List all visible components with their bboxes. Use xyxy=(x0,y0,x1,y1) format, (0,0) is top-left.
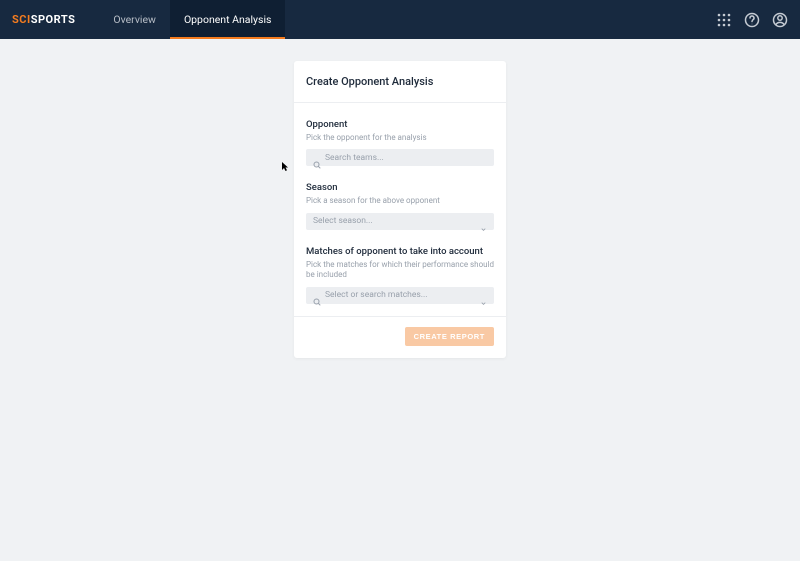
opponent-group: Opponent Pick the opponent for the analy… xyxy=(306,119,494,166)
logo-part-2: SPORTS xyxy=(31,13,76,26)
create-analysis-card: Create Opponent Analysis Opponent Pick t… xyxy=(294,61,506,358)
matches-hint: Pick the matches for which their perform… xyxy=(306,260,494,281)
create-report-button[interactable]: CREATE REPORT xyxy=(405,327,494,346)
input-placeholder: Search teams... xyxy=(325,153,487,163)
season-select[interactable]: Select season... xyxy=(306,213,494,230)
select-placeholder: Select or search matches... xyxy=(325,290,480,300)
tab-label: Overview xyxy=(113,13,156,26)
nav-right xyxy=(716,12,788,28)
matches-group: Matches of opponent to take into account… xyxy=(306,246,494,304)
chevron-down-icon xyxy=(480,292,487,299)
season-group: Season Pick a season for the above oppon… xyxy=(306,182,494,229)
season-hint: Pick a season for the above opponent xyxy=(306,196,494,206)
help-icon[interactable] xyxy=(744,12,760,28)
logo[interactable]: SCISPORTS xyxy=(12,13,75,26)
matches-select[interactable]: Select or search matches... xyxy=(306,287,494,304)
navbar: SCISPORTS Overview Opponent Analysis xyxy=(0,0,800,39)
apps-icon[interactable] xyxy=(716,12,732,28)
logo-part-1: SCI xyxy=(12,13,31,26)
main-content: Create Opponent Analysis Opponent Pick t… xyxy=(0,39,800,358)
nav-tabs: Overview Opponent Analysis xyxy=(99,0,285,39)
card-title: Create Opponent Analysis xyxy=(306,75,494,88)
season-label: Season xyxy=(306,182,494,193)
tab-overview[interactable]: Overview xyxy=(99,0,170,39)
tab-label: Opponent Analysis xyxy=(184,13,271,26)
tab-opponent-analysis[interactable]: Opponent Analysis xyxy=(170,0,285,39)
opponent-hint: Pick the opponent for the analysis xyxy=(306,133,494,143)
card-body: Opponent Pick the opponent for the analy… xyxy=(294,103,506,316)
select-placeholder: Select season... xyxy=(313,216,480,226)
card-header: Create Opponent Analysis xyxy=(294,61,506,103)
search-icon xyxy=(313,291,321,299)
opponent-search-input[interactable]: Search teams... xyxy=(306,149,494,166)
account-icon[interactable] xyxy=(772,12,788,28)
nav-left: SCISPORTS Overview Opponent Analysis xyxy=(12,0,285,39)
chevron-down-icon xyxy=(480,218,487,225)
matches-label: Matches of opponent to take into account xyxy=(306,246,494,257)
opponent-label: Opponent xyxy=(306,119,494,130)
card-footer: CREATE REPORT xyxy=(294,316,506,358)
search-icon xyxy=(313,154,321,162)
